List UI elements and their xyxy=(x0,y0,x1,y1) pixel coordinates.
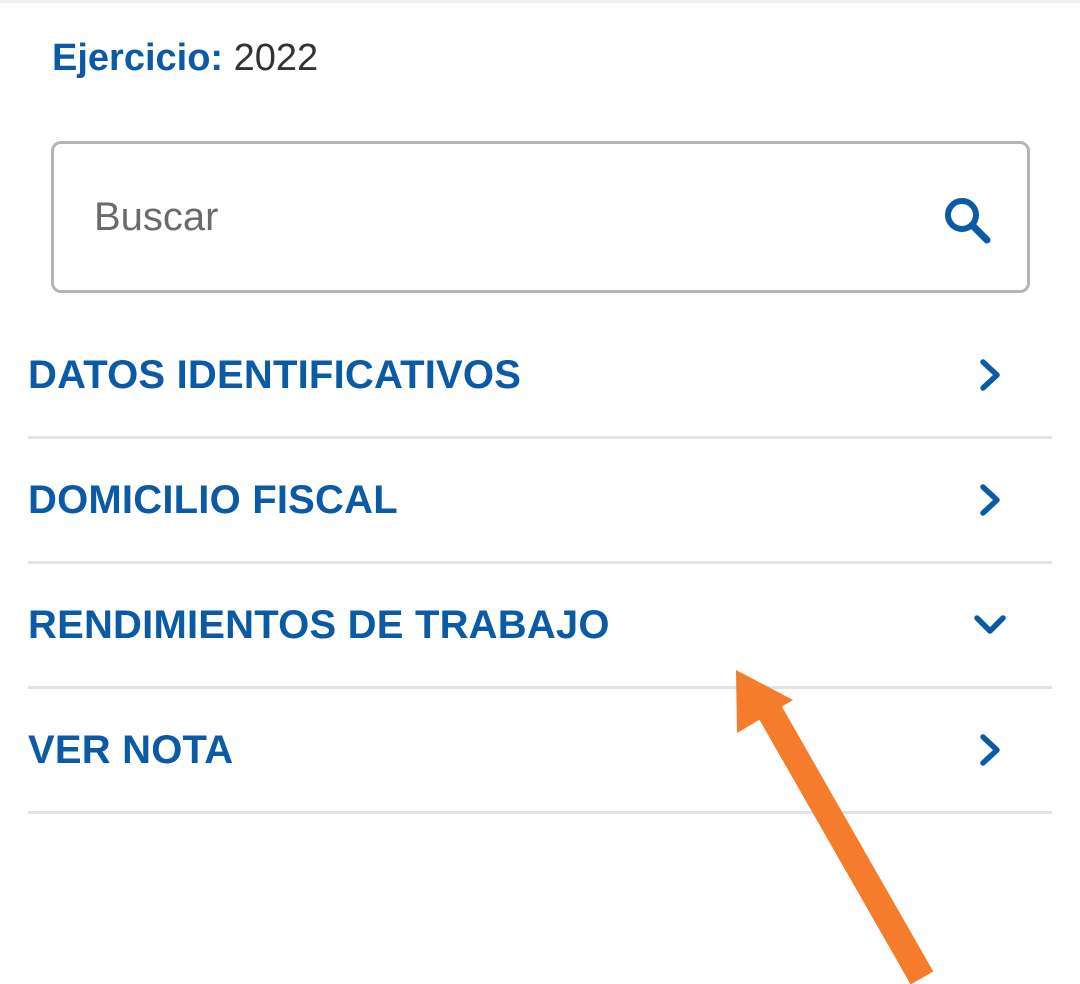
search-input[interactable] xyxy=(94,144,894,290)
menu-item-label: VER NOTA xyxy=(28,727,234,772)
search-box xyxy=(51,141,1030,293)
chevron-right-icon xyxy=(970,355,1010,395)
menu-item-label: DOMICILIO FISCAL xyxy=(28,477,398,522)
section-menu: DATOS IDENTIFICATIVOS DOMICILIO FISCAL R… xyxy=(28,314,1052,814)
menu-item-ver-nota[interactable]: VER NOTA xyxy=(28,689,1052,814)
search-icon xyxy=(945,198,991,244)
menu-item-domicilio-fiscal[interactable]: DOMICILIO FISCAL xyxy=(28,439,1052,564)
ejercicio-label: Ejercicio: xyxy=(52,37,224,79)
menu-item-label: DATOS IDENTIFICATIVOS xyxy=(28,352,522,397)
ejercicio-value: 2022 xyxy=(233,37,319,79)
ejercicio-line: Ejercicio: 2022 xyxy=(52,36,318,80)
menu-item-datos-identificativos[interactable]: DATOS IDENTIFICATIVOS xyxy=(28,314,1052,439)
chevron-down-icon xyxy=(970,605,1010,645)
page: Ejercicio: 2022 DATOS IDENTIFICATIVOS DO… xyxy=(0,0,1080,984)
search-button[interactable] xyxy=(939,192,995,248)
chevron-right-icon xyxy=(970,480,1010,520)
top-divider xyxy=(0,0,1080,3)
menu-item-label: RENDIMIENTOS DE TRABAJO xyxy=(28,602,610,647)
menu-item-rendimientos-de-trabajo[interactable]: RENDIMIENTOS DE TRABAJO xyxy=(28,564,1052,689)
chevron-right-icon xyxy=(970,730,1010,770)
